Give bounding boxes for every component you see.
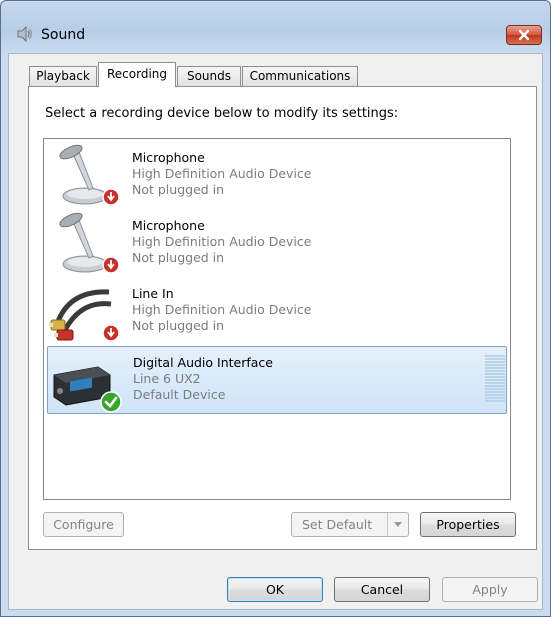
tab-label: Recording [106,67,168,81]
sound-dialog: Sound Playback Recording Sounds Communic… [0,0,551,617]
unplugged-badge-icon [102,256,120,274]
chevron-down-icon [394,522,402,527]
device-status: Not plugged in [132,318,225,333]
default-device-check-icon [100,391,122,413]
tab-label: Playback [36,69,90,83]
tab-communications[interactable]: Communications [242,66,358,86]
dialog-body: Playback Recording Sounds Communications… [8,53,543,610]
unplugged-badge-icon [102,188,120,206]
window-title: Sound [41,27,86,43]
properties-button[interactable]: Properties [420,512,516,537]
device-name: Microphone [132,218,205,233]
cancel-button[interactable]: Cancel [334,577,430,602]
set-default-button[interactable]: Set Default [291,512,409,537]
device-driver: High Definition Audio Device [132,234,312,249]
set-default-label: Set Default [302,517,373,532]
close-icon [518,29,530,41]
tab-recording[interactable]: Recording [98,62,176,87]
device-status: Default Device [133,387,226,402]
device-driver: High Definition Audio Device [132,302,312,317]
device-name: Line In [132,286,174,301]
unplugged-badge-icon [102,324,120,342]
set-default-dropdown[interactable] [387,513,408,536]
apply-button[interactable]: Apply [442,577,538,602]
ok-button[interactable]: OK [227,577,323,602]
list-item[interactable]: Microphone High Definition Audio Device … [47,142,507,210]
close-button[interactable] [506,25,542,45]
device-status: Not plugged in [132,182,225,197]
tab-sounds[interactable]: Sounds [177,66,241,86]
device-driver: High Definition Audio Device [132,166,312,181]
configure-button[interactable]: Configure [43,512,124,537]
recording-panel: Select a recording device below to modif… [28,86,537,550]
device-name: Digital Audio Interface [133,355,273,370]
tab-label: Sounds [186,69,232,83]
tab-playback[interactable]: Playback [29,66,97,86]
tab-label: Communications [249,69,351,83]
speaker-icon [17,25,32,43]
device-status: Not plugged in [132,250,225,265]
recording-device-list[interactable]: Microphone High Definition Audio Device … [43,138,511,500]
instruction-text: Select a recording device below to modif… [45,106,399,121]
level-meter [485,355,505,405]
title-bar[interactable]: Sound [1,1,550,53]
device-name: Microphone [132,150,205,165]
list-item[interactable]: Line In High Definition Audio Device Not… [47,278,507,346]
list-item[interactable]: Microphone High Definition Audio Device … [47,210,507,278]
device-driver: Line 6 UX2 [133,371,201,386]
list-item-selected[interactable]: Digital Audio Interface Line 6 UX2 Defau… [47,346,507,414]
